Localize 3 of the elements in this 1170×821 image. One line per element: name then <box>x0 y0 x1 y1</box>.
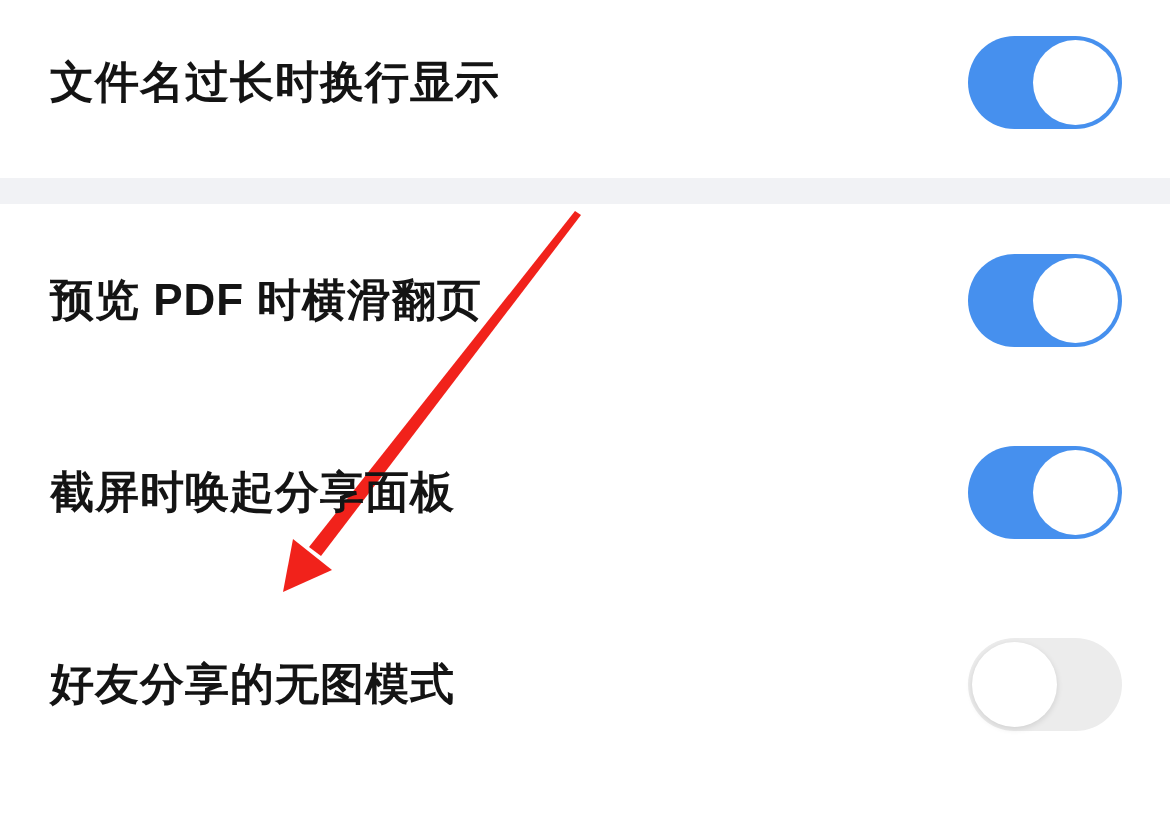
setting-label: 好友分享的无图模式 <box>50 657 455 710</box>
setting-label: 文件名过长时换行显示 <box>50 55 500 108</box>
setting-label: 预览 PDF 时横滑翻页 <box>50 273 483 326</box>
